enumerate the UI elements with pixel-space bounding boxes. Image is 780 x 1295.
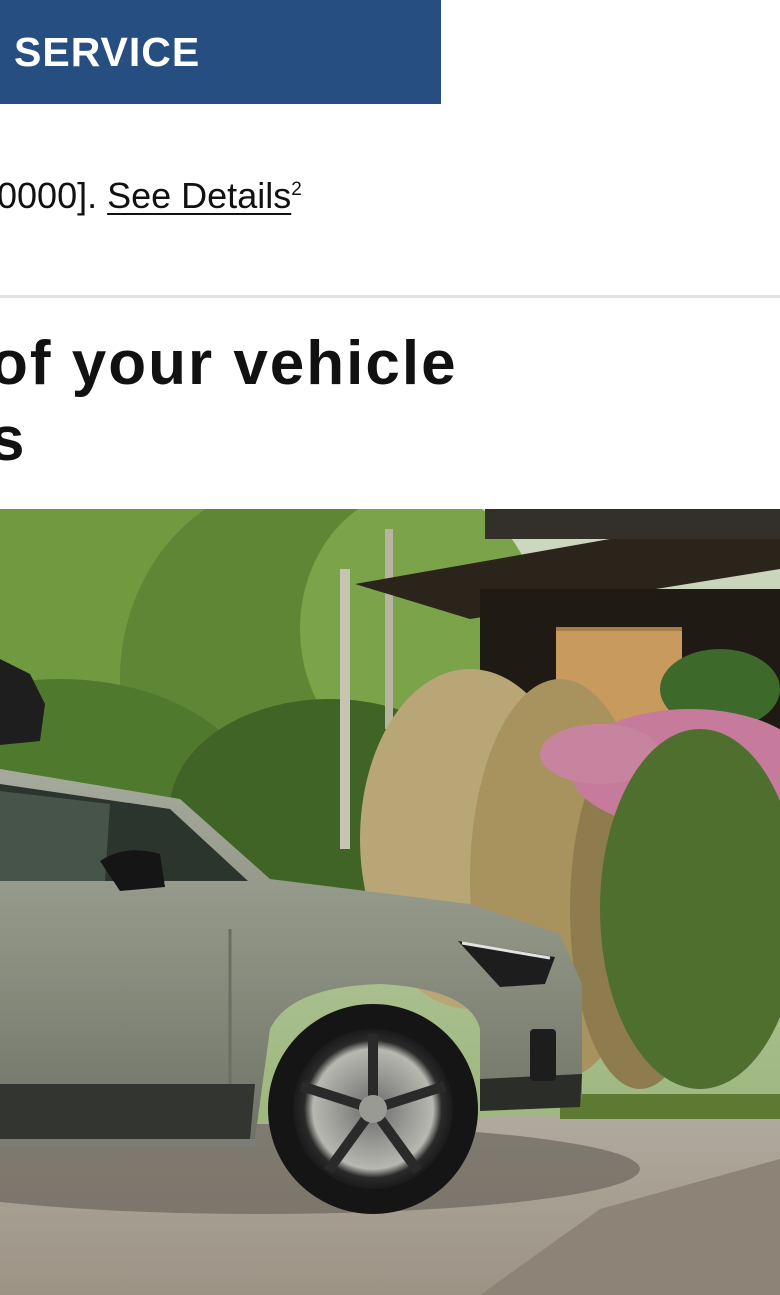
offer-disclaimer: 0000]. See Details2 [0,174,302,218]
section-heading: of your vehicle s [0,326,458,478]
footnote-marker: 2 [291,179,302,200]
hero-image [0,509,780,1295]
section-divider [0,295,780,298]
see-details-link[interactable]: See Details [107,175,291,216]
service-button-label: SERVICE [14,28,201,75]
hero-photo-illustration [0,509,780,1295]
service-button[interactable]: SERVICE [0,0,441,104]
heading-line-2: s [0,405,27,474]
offer-text: 0000]. [0,175,98,216]
heading-line-1: of your vehicle [0,329,458,398]
